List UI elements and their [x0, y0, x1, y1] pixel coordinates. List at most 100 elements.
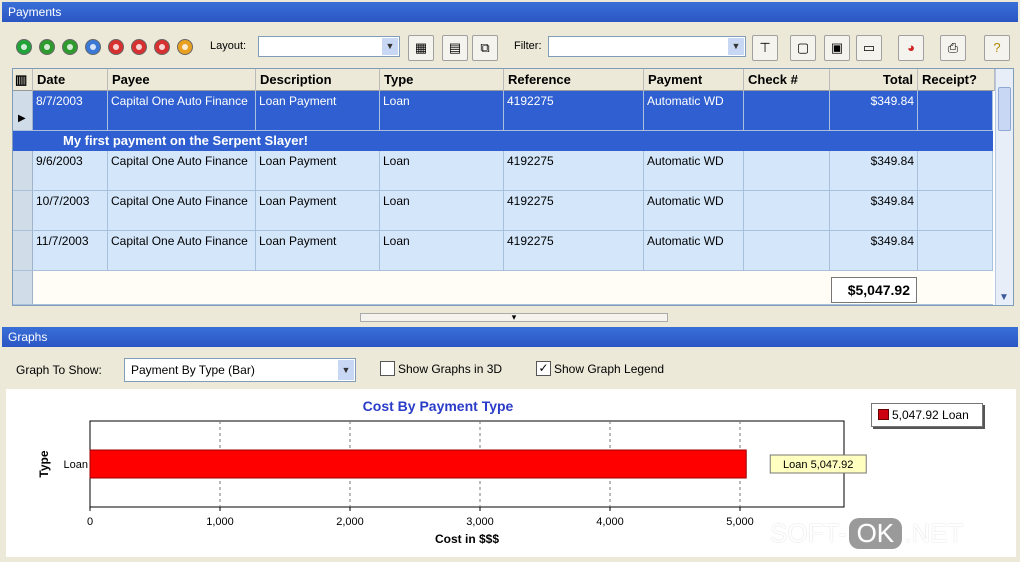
cell-total[interactable]: $349.84 [830, 151, 918, 190]
watermark-left: SOFT- [770, 518, 847, 548]
data-label: Loan 5,047.92 [783, 459, 853, 471]
excel-icon[interactable]: ▦ [408, 35, 434, 61]
cell-reference[interactable]: 4192275 [504, 91, 644, 130]
x-tick-label: 0 [87, 516, 93, 528]
column-header-payment[interactable]: Payment [644, 69, 744, 91]
cell-receipt[interactable] [918, 191, 993, 230]
nav-circle-icon[interactable] [154, 39, 170, 55]
scrollbar-thumb[interactable] [998, 87, 1011, 131]
column-header-type[interactable]: Type [380, 69, 504, 91]
cell-total[interactable]: $349.84 [830, 191, 918, 230]
bar-loan [89, 449, 747, 479]
table-row[interactable]: 10/7/2003 Capital One Auto Finance Loan … [13, 191, 993, 231]
row-memo[interactable]: My first payment on the Serpent Slayer! [13, 131, 993, 151]
pie-icon[interactable]: ◕ [898, 35, 924, 61]
cell-type[interactable]: Loan [380, 151, 504, 190]
row-selector[interactable]: ▶ [13, 91, 33, 130]
chevron-down-icon[interactable]: ▼ [338, 360, 354, 380]
cell-description[interactable]: Loan Payment [256, 91, 380, 130]
cell-check[interactable] [744, 231, 830, 270]
cell-reference[interactable]: 4192275 [504, 231, 644, 270]
nav-circle-icon[interactable] [16, 39, 32, 55]
column-header-receipt[interactable]: Receipt? [918, 69, 995, 91]
cell-payee[interactable]: Capital One Auto Finance [108, 91, 256, 130]
x-tick-label: 4,000 [596, 516, 624, 528]
nav-circle-icon[interactable] [108, 39, 124, 55]
column-header-description[interactable]: Description [256, 69, 380, 91]
column-header-reference[interactable]: Reference [504, 69, 644, 91]
print-icon[interactable]: ⎙ [940, 35, 966, 61]
print-preview-icon[interactable]: ▭ [856, 35, 882, 61]
nav-circle-icon[interactable] [62, 39, 78, 55]
filter-label: Filter: [514, 40, 542, 52]
show-legend-label[interactable]: Show Graph Legend [554, 362, 664, 376]
payments-panel-title: Payments [2, 2, 1018, 22]
cell-payment[interactable]: Automatic WD [644, 151, 744, 190]
group-icon[interactable]: ▣ [824, 35, 850, 61]
grid-header: ▥ Date Payee Description Type Reference … [13, 69, 995, 91]
column-header-date[interactable]: Date [33, 69, 108, 91]
copy-icon[interactable]: ⧉ [472, 35, 498, 61]
columns-icon[interactable]: ▢ [790, 35, 816, 61]
nav-circle-icon[interactable] [39, 39, 55, 55]
grid-scrollbar[interactable]: ▼ [995, 69, 1013, 305]
show-3d-label[interactable]: Show Graphs in 3D [398, 362, 502, 376]
cell-total[interactable]: $349.84 [830, 91, 918, 130]
cell-type[interactable]: Loan [380, 91, 504, 130]
row-selector[interactable] [13, 151, 33, 190]
cell-type[interactable]: Loan [380, 191, 504, 230]
row-selector[interactable] [13, 231, 33, 270]
cell-total[interactable]: $349.84 [830, 231, 918, 270]
cell-payee[interactable]: Capital One Auto Finance [108, 191, 256, 230]
show-legend-checkbox[interactable]: ✓ [536, 361, 551, 376]
cell-date[interactable]: 9/6/2003 [33, 151, 108, 190]
cell-description[interactable]: Loan Payment [256, 151, 380, 190]
column-header-check[interactable]: Check # [744, 69, 830, 91]
cell-check[interactable] [744, 151, 830, 190]
cell-receipt[interactable] [918, 231, 993, 270]
report-icon[interactable]: ▤ [442, 35, 468, 61]
graph-to-show-combo[interactable]: Payment By Type (Bar) ▼ [124, 358, 356, 382]
cell-check[interactable] [744, 91, 830, 130]
layout-label: Layout: [210, 40, 247, 52]
x-tick-label: 5,000 [726, 516, 754, 528]
column-chooser-icon[interactable]: ▥ [13, 69, 33, 91]
show-3d-checkbox[interactable] [380, 361, 395, 376]
cell-payment[interactable]: Automatic WD [644, 231, 744, 270]
cell-receipt[interactable] [918, 151, 993, 190]
table-row[interactable]: 9/6/2003 Capital One Auto Finance Loan P… [13, 151, 993, 191]
cell-date[interactable]: 10/7/2003 [33, 191, 108, 230]
nav-circle-icon[interactable] [177, 39, 193, 55]
nav-circle-icon[interactable] [131, 39, 147, 55]
panel-splitter[interactable]: ▾ [360, 313, 668, 322]
cell-type[interactable]: Loan [380, 231, 504, 270]
column-header-payee[interactable]: Payee [108, 69, 256, 91]
chevron-down-icon[interactable]: ▼ [728, 38, 744, 55]
cell-reference[interactable]: 4192275 [504, 151, 644, 190]
cell-reference[interactable]: 4192275 [504, 191, 644, 230]
table-row[interactable]: ▶ 8/7/2003 Capital One Auto Finance Loan… [13, 91, 993, 131]
cell-payee[interactable]: Capital One Auto Finance [108, 151, 256, 190]
layout-combo[interactable]: ▼ [258, 36, 400, 57]
filter-combo[interactable]: ▼ [548, 36, 746, 57]
cell-payee[interactable]: Capital One Auto Finance [108, 231, 256, 270]
help-icon[interactable]: ? [984, 35, 1010, 61]
cell-date[interactable]: 11/7/2003 [33, 231, 108, 270]
cell-payment[interactable]: Automatic WD [644, 91, 744, 130]
cell-description[interactable]: Loan Payment [256, 231, 380, 270]
x-tick-label: 3,000 [466, 516, 494, 528]
cell-description[interactable]: Loan Payment [256, 191, 380, 230]
column-header-total[interactable]: Total [830, 69, 918, 91]
chevron-down-icon[interactable]: ▼ [382, 38, 398, 55]
row-selector[interactable] [13, 191, 33, 230]
filter-icon[interactable]: ⊤ [752, 35, 778, 61]
chart-legend: 5,047.92 Loan [871, 403, 983, 427]
cell-check[interactable] [744, 191, 830, 230]
cell-date[interactable]: 8/7/2003 [33, 91, 108, 130]
chevron-down-icon: ▾ [511, 312, 517, 322]
cell-receipt[interactable] [918, 91, 993, 130]
scroll-down-icon[interactable]: ▼ [999, 292, 1009, 303]
nav-circle-icon[interactable] [85, 39, 101, 55]
cell-payment[interactable]: Automatic WD [644, 191, 744, 230]
table-row[interactable]: 11/7/2003 Capital One Auto Finance Loan … [13, 231, 993, 271]
